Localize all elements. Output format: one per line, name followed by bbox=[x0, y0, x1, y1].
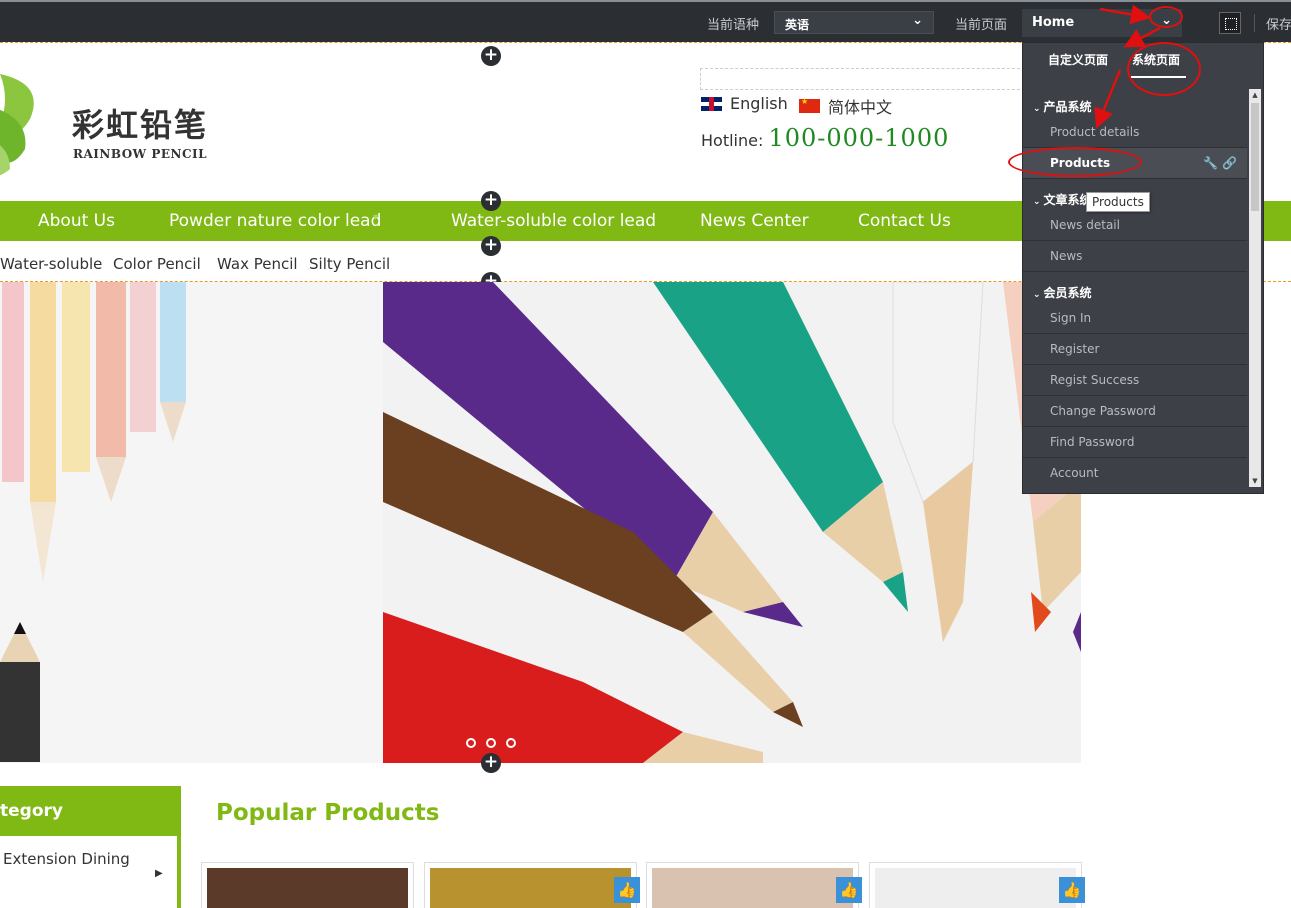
logo-chinese-text: 彩虹铅笔 bbox=[72, 106, 209, 144]
banner-image-faded bbox=[0, 282, 383, 763]
product-image bbox=[652, 868, 853, 908]
popular-products-title: Popular Products bbox=[216, 800, 440, 826]
hotline-label: Hotline: bbox=[701, 131, 764, 150]
thumbs-up-icon[interactable]: 👍 bbox=[836, 877, 862, 903]
save-button[interactable]: 保存 bbox=[1266, 14, 1291, 33]
hotline: Hotline: 100-000-1000 bbox=[701, 124, 949, 152]
group-title: 文章系统 bbox=[1043, 193, 1092, 207]
group-title: 产品系统 bbox=[1043, 100, 1092, 114]
page-item-register[interactable]: Register bbox=[1023, 334, 1247, 365]
caret-right-icon: ▶ bbox=[155, 868, 163, 879]
subnav-item-water-soluble[interactable]: Water-soluble bbox=[0, 255, 102, 273]
chevron-down-icon: ⌄ bbox=[912, 13, 923, 28]
carousel-dot[interactable] bbox=[466, 738, 476, 748]
lang-english-label: English bbox=[730, 94, 788, 113]
logo-english-text: RAINBOW PENCIL bbox=[73, 147, 208, 161]
annotation-ellipse bbox=[1149, 6, 1183, 28]
language-select[interactable]: 英语 ⌄ bbox=[774, 11, 934, 34]
nav-item-water-soluble[interactable]: Water-soluble color lead bbox=[451, 211, 656, 231]
chevron-down-icon: ⌄ bbox=[1033, 290, 1041, 300]
group-articles[interactable]: ⌄ 文章系统 bbox=[1033, 191, 1092, 208]
banner-image-pencils bbox=[383, 282, 1081, 763]
scroll-down-icon[interactable]: ▼ bbox=[1249, 475, 1261, 487]
lang-english-link[interactable]: English bbox=[701, 94, 788, 113]
product-image bbox=[207, 868, 408, 908]
toolbar-divider bbox=[1254, 14, 1255, 32]
hotline-number: 100-000-1000 bbox=[768, 124, 950, 152]
page-item-label: Find Password bbox=[1050, 435, 1135, 449]
product-image bbox=[430, 868, 631, 908]
category-heading: tegory bbox=[0, 786, 181, 836]
current-page-label: 当前页面 bbox=[955, 18, 1008, 33]
nav-item-about[interactable]: About Us bbox=[38, 211, 115, 231]
page-item-news-detail[interactable]: News detail bbox=[1023, 210, 1247, 241]
category-title: tegory bbox=[0, 801, 63, 821]
category-item[interactable]: Extension Dining bbox=[3, 850, 130, 868]
subnav-item-color-pencil[interactable]: Color Pencil bbox=[113, 255, 201, 273]
current-page-value: Home bbox=[1032, 15, 1075, 30]
carousel-dots bbox=[466, 738, 516, 748]
page-item-label: News bbox=[1050, 249, 1083, 263]
page-item-label: Product details bbox=[1050, 125, 1140, 139]
page-item-label: Register bbox=[1050, 342, 1100, 356]
language-select-value: 英语 bbox=[785, 18, 810, 32]
page-item-label: News detail bbox=[1050, 218, 1120, 232]
chevron-down-icon: ⌄ bbox=[1033, 104, 1041, 114]
chevron-down-icon: ▾ bbox=[373, 212, 379, 223]
add-section-icon[interactable]: + bbox=[481, 191, 501, 211]
group-title: 会员系统 bbox=[1043, 286, 1092, 300]
carousel-dot[interactable] bbox=[486, 738, 496, 748]
grid-toggle-icon[interactable] bbox=[1219, 12, 1241, 34]
category-list: Extension Dining ▶ bbox=[0, 836, 181, 908]
tab-custom-pages[interactable]: 自定义页面 bbox=[1048, 51, 1108, 68]
add-section-icon[interactable]: + bbox=[481, 236, 501, 256]
panel-scrollbar[interactable]: ▲ ▼ bbox=[1249, 89, 1261, 487]
product-card[interactable]: 👍 bbox=[869, 862, 1085, 908]
scrollbar-thumb[interactable] bbox=[1251, 103, 1259, 211]
product-card[interactable] bbox=[201, 862, 414, 908]
product-image bbox=[875, 868, 1076, 908]
subnav-item-silty-pencil[interactable]: Silty Pencil bbox=[309, 255, 390, 273]
uk-flag-icon bbox=[701, 96, 722, 111]
page-item-news[interactable]: News bbox=[1023, 241, 1247, 272]
subnav-item-wax-pencil[interactable]: Wax Pencil bbox=[217, 255, 298, 273]
product-card[interactable]: 👍 bbox=[424, 862, 640, 908]
page-item-account[interactable]: Account bbox=[1023, 458, 1247, 489]
thumbs-up-icon[interactable]: 👍 bbox=[1059, 877, 1085, 903]
tooltip: Products bbox=[1086, 192, 1150, 212]
page-item-label: Regist Success bbox=[1050, 373, 1140, 387]
language-label: 当前语种 bbox=[707, 18, 760, 33]
page-item-sign-in[interactable]: Sign In bbox=[1023, 303, 1247, 334]
page-item-label: Change Password bbox=[1050, 404, 1156, 418]
page-item-regist-success[interactable]: Regist Success bbox=[1023, 365, 1247, 396]
scroll-up-icon[interactable]: ▲ bbox=[1249, 89, 1261, 101]
page-item-label: Sign In bbox=[1050, 311, 1092, 325]
lang-chinese-link[interactable]: 简体中文 bbox=[799, 94, 892, 118]
nav-item-news[interactable]: News Center bbox=[700, 211, 809, 231]
wrench-link-icons[interactable]: 🔧 🔗 bbox=[1203, 156, 1237, 170]
group-products[interactable]: ⌄ 产品系统 bbox=[1033, 98, 1092, 115]
group-members[interactable]: ⌄ 会员系统 bbox=[1033, 284, 1092, 301]
product-card[interactable]: 👍 bbox=[646, 862, 862, 908]
page-item-label: Account bbox=[1050, 466, 1099, 480]
nav-item-powder[interactable]: Powder nature color lead bbox=[169, 211, 381, 231]
add-section-icon[interactable]: + bbox=[481, 753, 501, 773]
thumbs-up-icon[interactable]: 👍 bbox=[614, 877, 640, 903]
annotation-ellipse bbox=[1008, 147, 1142, 177]
annotation-ellipse bbox=[1127, 42, 1201, 96]
chevron-down-icon: ⌄ bbox=[1033, 197, 1041, 207]
china-flag-icon bbox=[799, 97, 820, 113]
search-placeholder-area[interactable] bbox=[700, 68, 1030, 90]
carousel-dot[interactable] bbox=[506, 738, 516, 748]
page-item-change-password[interactable]: Change Password bbox=[1023, 396, 1247, 427]
logo-leaf-icon bbox=[0, 74, 34, 176]
lang-chinese-label: 简体中文 bbox=[828, 98, 893, 117]
nav-item-contact[interactable]: Contact Us bbox=[858, 211, 951, 231]
page-item-find-password[interactable]: Find Password bbox=[1023, 427, 1247, 458]
page-selector-panel: 自定义页面 系统页面 ⌄ 产品系统 Product details Product… bbox=[1022, 42, 1264, 494]
page-item-product-details[interactable]: Product details bbox=[1023, 117, 1247, 148]
add-section-icon[interactable]: + bbox=[481, 46, 501, 66]
